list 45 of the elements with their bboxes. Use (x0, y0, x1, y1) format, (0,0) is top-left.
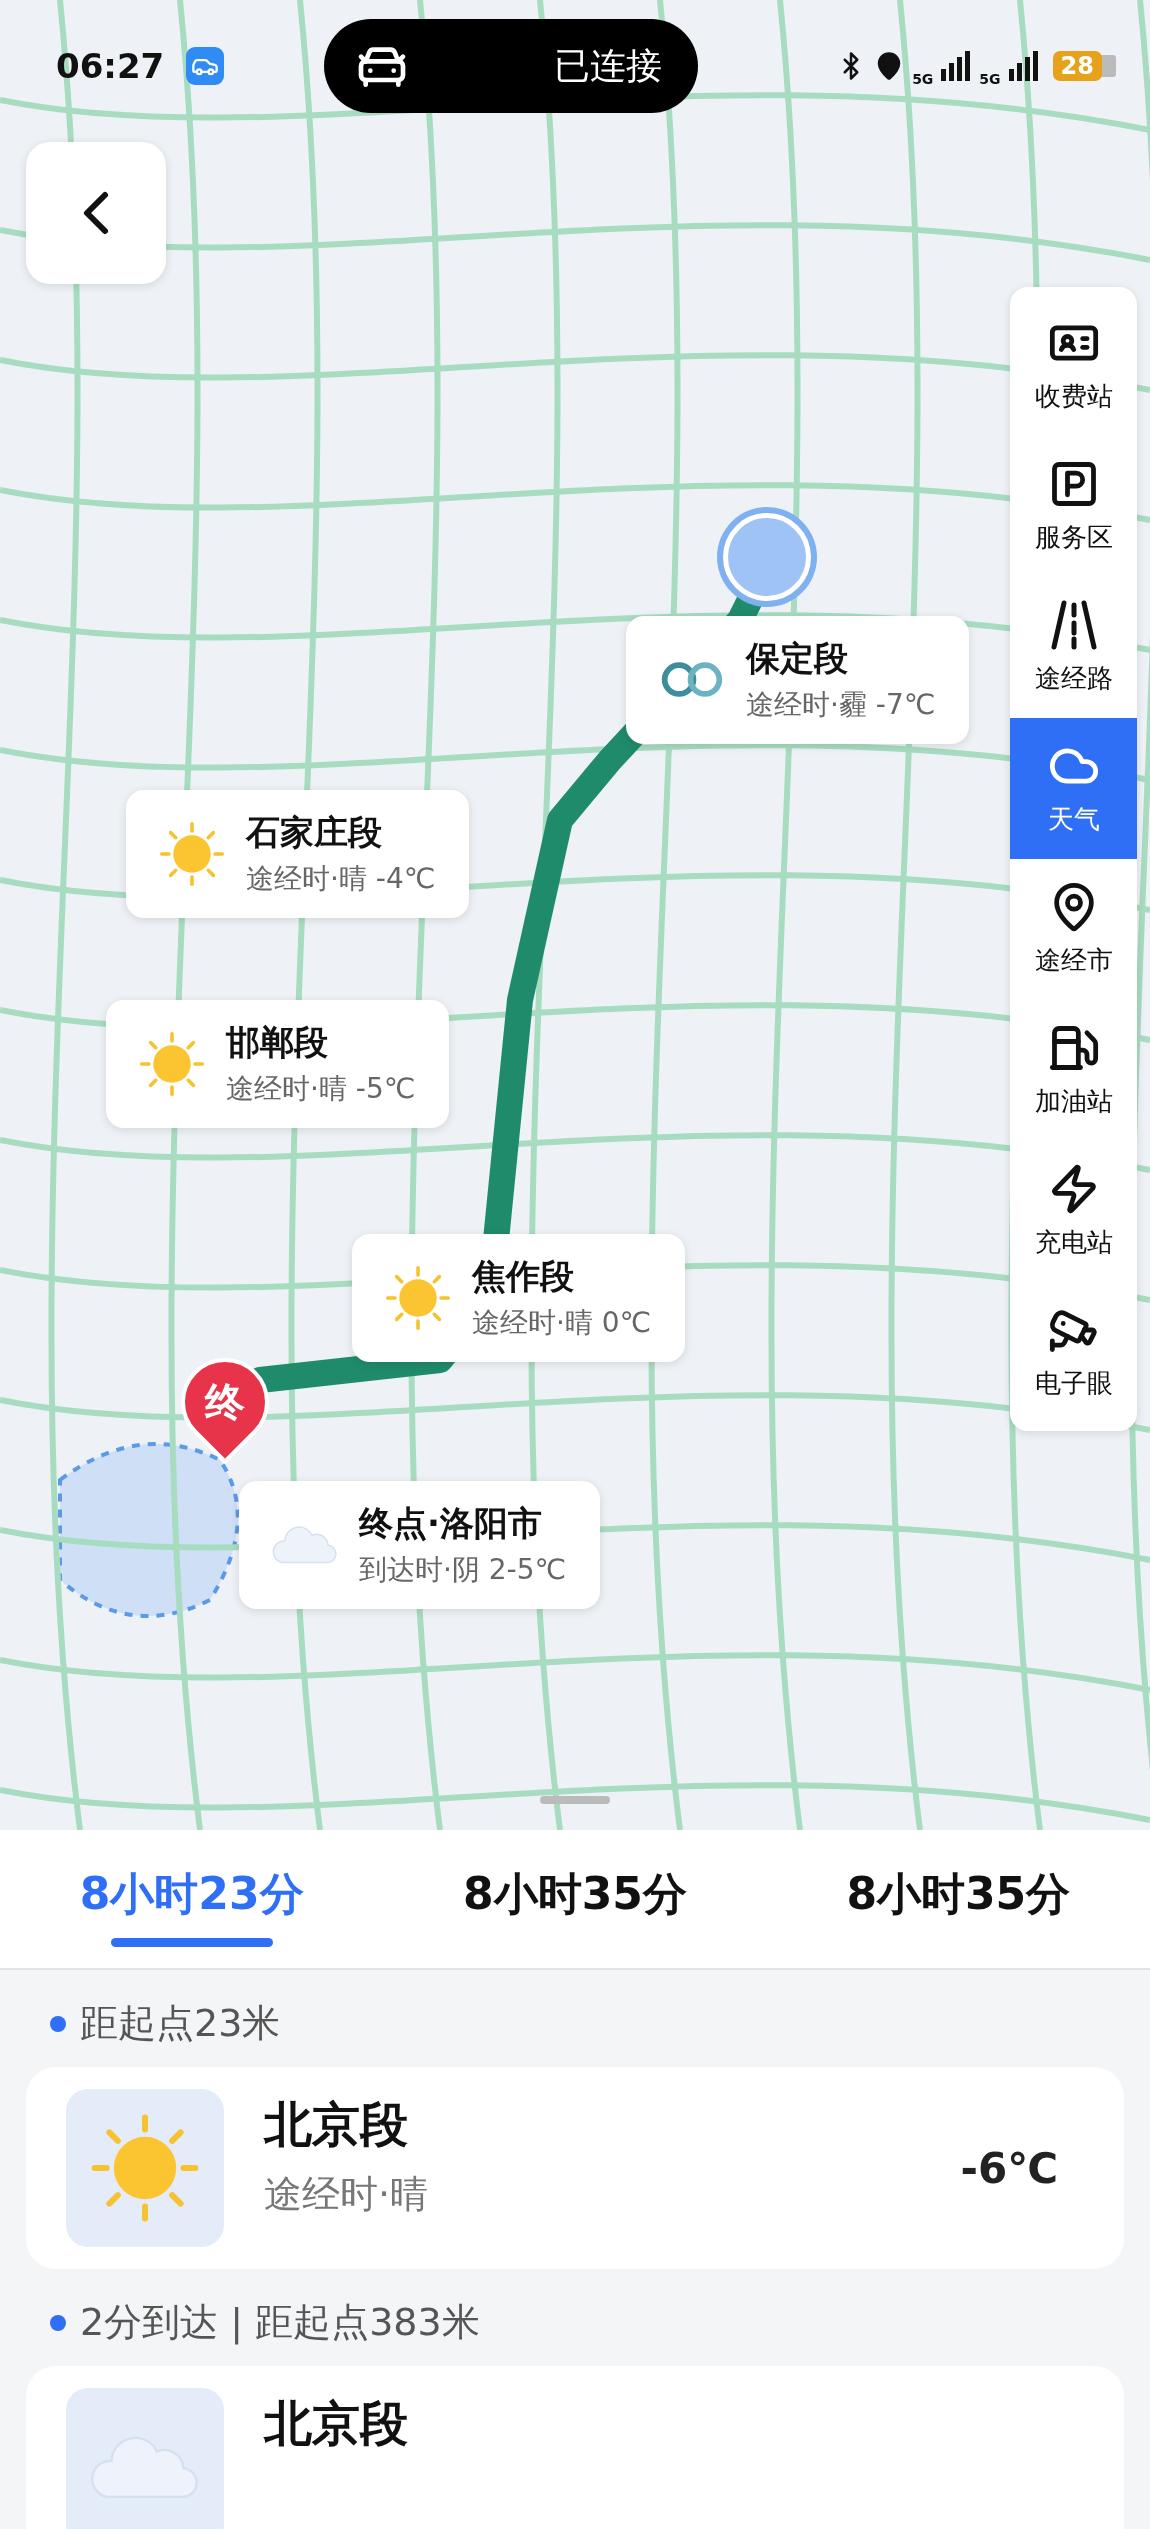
card-subtitle: 途经时·晴 (264, 2171, 430, 2218)
card-title: 北京段 (264, 2394, 409, 2453)
bullet-dot (50, 2314, 66, 2331)
weather-card[interactable]: 北京段 (26, 2366, 1124, 2529)
sidebar-item[interactable]: 途经路 (1010, 577, 1137, 718)
connection-status: 已连接 (554, 43, 663, 88)
callout-subtitle: 途经时·晴 -4℃ (246, 861, 436, 897)
signal-icon (941, 51, 972, 81)
callout-title: 保定段 (746, 637, 849, 680)
network-label: 5G (979, 71, 1001, 87)
callout-subtitle: 途经时·晴 -5℃ (226, 1071, 416, 1107)
weather-callout[interactable]: 邯郸段 途经时·晴 -5℃ (106, 1000, 450, 1128)
weather-card[interactable]: 北京段 途经时·晴 -6℃ (26, 2067, 1124, 2269)
signal-icon (1008, 51, 1039, 81)
route-tab[interactable]: 8小时35分 (383, 1830, 767, 1968)
temperature: -6℃ (960, 2143, 1058, 2193)
callout-subtitle: 途经时·霾 -7℃ (746, 687, 936, 723)
sidebar-item[interactable]: 电子眼 (1010, 1282, 1137, 1423)
section-header: 距起点23米 (80, 2000, 281, 2047)
bullet-dot (50, 2015, 66, 2032)
route-tab[interactable]: 8小时23分 (0, 1830, 384, 1968)
callout-title: 焦作段 (472, 1255, 575, 1298)
callout-subtitle: 到达时·阴 2-5℃ (359, 1552, 566, 1588)
network-label: 5G (912, 71, 934, 87)
sidebar-item[interactable]: 天气 (1010, 718, 1137, 859)
callout-title: 终点·洛阳市 (359, 1502, 543, 1545)
route-tab[interactable]: 8小时35分 (766, 1830, 1150, 1968)
sidebar-item[interactable]: 服务区 (1010, 436, 1137, 577)
callout-subtitle: 途经时·晴 0℃ (472, 1305, 652, 1341)
sidebar-item[interactable]: 收费站 (1010, 295, 1137, 436)
weather-callout[interactable]: 终点·洛阳市 到达时·阴 2-5℃ (239, 1481, 600, 1609)
callout-title: 石家庄段 (246, 811, 383, 854)
section-header: 2分到达 | 距起点383米 (80, 2299, 480, 2347)
weather-callout[interactable]: 保定段 途经时·霾 -7℃ (626, 616, 970, 744)
drag-handle[interactable] (540, 1796, 610, 1804)
sidebar-item[interactable]: 充电站 (1010, 1141, 1137, 1282)
sidebar-item[interactable]: 加油站 (1010, 1000, 1137, 1141)
status-time: 06:27 (56, 46, 165, 86)
weather-callout[interactable]: 焦作段 途经时·晴 0℃ (352, 1234, 686, 1362)
sidebar-item[interactable]: 途经市 (1010, 859, 1137, 1000)
weather-callout[interactable]: 石家庄段 途经时·晴 -4℃ (126, 790, 470, 918)
card-title: 北京段 (264, 2095, 409, 2154)
callout-title: 邯郸段 (226, 1021, 329, 1064)
car-app-icon (186, 47, 225, 85)
back-button[interactable] (26, 142, 166, 284)
